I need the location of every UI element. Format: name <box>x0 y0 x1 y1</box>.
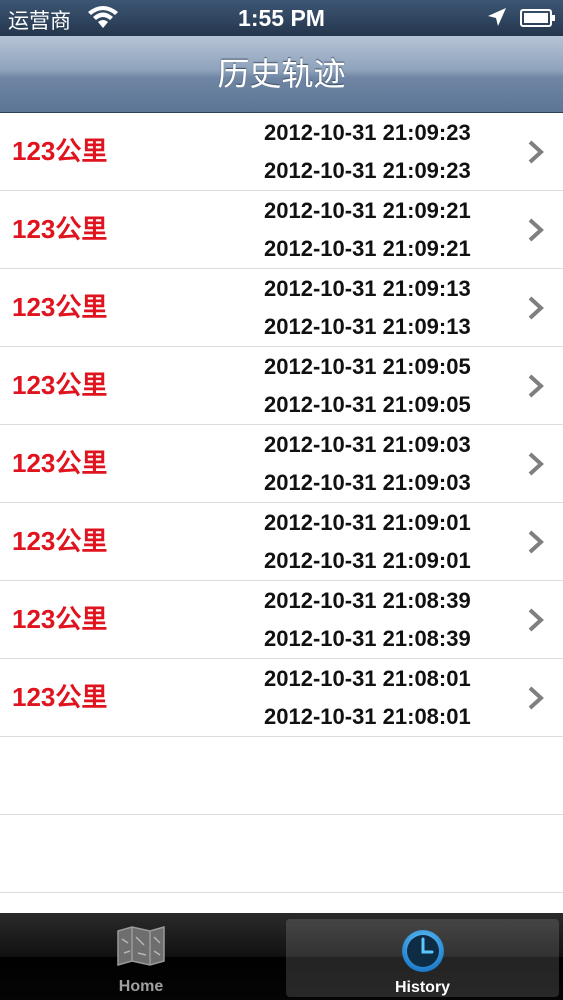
distance-value: 123 <box>12 448 56 478</box>
start-time: 2012-10-31 21:09:13 <box>264 276 471 301</box>
distance-unit: 公里 <box>55 605 108 635</box>
table-row[interactable]: 123公里 2012-10-31 21:09:23 2012-10-31 21:… <box>0 113 563 191</box>
start-time: 2012-10-31 21:09:23 <box>264 120 471 145</box>
table-row[interactable]: 123公里 2012-10-31 21:09:03 2012-10-31 21:… <box>0 425 563 503</box>
chevron-right-icon <box>528 218 544 242</box>
distance-value: 123 <box>12 136 56 166</box>
empty-table-row <box>0 815 563 893</box>
end-time: 2012-10-31 21:09:21 <box>264 236 471 261</box>
chevron-right-icon <box>528 686 544 710</box>
distance-label: 123公里 <box>12 659 107 737</box>
distance-label: 123公里 <box>12 269 107 347</box>
empty-table-row <box>0 737 563 815</box>
distance-value: 123 <box>12 526 56 556</box>
distance-unit: 公里 <box>55 449 108 479</box>
chevron-right-icon <box>528 452 544 476</box>
page-title: 历史轨迹 <box>217 55 346 93</box>
distance-value: 123 <box>12 682 56 712</box>
chevron-right-icon <box>528 608 544 632</box>
table-row[interactable]: 123公里 2012-10-31 21:08:01 2012-10-31 21:… <box>0 659 563 737</box>
tab-home-label: Home <box>118 978 164 995</box>
distance-unit: 公里 <box>55 137 108 167</box>
start-time: 2012-10-31 21:09:21 <box>264 198 471 223</box>
end-time: 2012-10-31 21:09:13 <box>264 314 471 339</box>
end-time: 2012-10-31 21:08:39 <box>264 626 471 651</box>
tab-history-label: History <box>394 979 451 996</box>
table-row[interactable]: 123公里 2012-10-31 21:09:05 2012-10-31 21:… <box>0 347 563 425</box>
end-time: 2012-10-31 21:09:03 <box>264 470 471 495</box>
table-row[interactable]: 123公里 2012-10-31 21:09:21 2012-10-31 21:… <box>0 191 563 269</box>
map-icon <box>117 926 165 966</box>
end-time: 2012-10-31 21:08:01 <box>264 704 471 729</box>
distance-label: 123公里 <box>12 425 107 503</box>
distance-unit: 公里 <box>55 683 108 713</box>
distance-label: 123公里 <box>12 191 107 269</box>
distance-value: 123 <box>12 214 56 244</box>
distance-value: 123 <box>12 292 56 322</box>
start-time: 2012-10-31 21:09:01 <box>264 510 471 535</box>
distance-label: 123公里 <box>12 503 107 581</box>
distance-value: 123 <box>12 370 56 400</box>
end-time: 2012-10-31 21:09:23 <box>264 158 471 183</box>
chevron-right-icon <box>528 140 544 164</box>
status-time: 1:55 PM <box>238 5 325 31</box>
distance-label: 123公里 <box>12 347 107 425</box>
distance-value: 123 <box>12 604 56 634</box>
start-time: 2012-10-31 21:09:05 <box>264 354 471 379</box>
chevron-right-icon <box>528 530 544 554</box>
location-arrow-icon <box>488 8 506 26</box>
start-time: 2012-10-31 21:08:01 <box>264 666 471 691</box>
table-row[interactable]: 123公里 2012-10-31 21:08:39 2012-10-31 21:… <box>0 581 563 659</box>
tab-history[interactable]: History <box>286 919 559 997</box>
tab-bar: Home History <box>0 913 563 1000</box>
table-row[interactable]: 123公里 2012-10-31 21:09:13 2012-10-31 21:… <box>0 269 563 347</box>
battery-icon <box>520 9 555 27</box>
status-bar: 运营商 1:55 PM <box>0 0 563 36</box>
nav-bar: 历史轨迹 <box>0 36 563 113</box>
history-table: 123公里 2012-10-31 21:09:23 2012-10-31 21:… <box>0 113 563 893</box>
chevron-right-icon <box>528 374 544 398</box>
distance-label: 123公里 <box>12 581 107 659</box>
distance-unit: 公里 <box>55 527 108 557</box>
tab-home[interactable]: Home <box>0 913 282 1000</box>
distance-unit: 公里 <box>55 371 108 401</box>
end-time: 2012-10-31 21:09:05 <box>264 392 471 417</box>
clock-icon <box>401 930 444 972</box>
end-time: 2012-10-31 21:09:01 <box>264 548 471 573</box>
start-time: 2012-10-31 21:08:39 <box>264 588 471 613</box>
distance-unit: 公里 <box>55 293 108 323</box>
start-time: 2012-10-31 21:09:03 <box>264 432 471 457</box>
table-row[interactable]: 123公里 2012-10-31 21:09:01 2012-10-31 21:… <box>0 503 563 581</box>
distance-unit: 公里 <box>55 215 108 245</box>
distance-label: 123公里 <box>12 113 107 191</box>
chevron-right-icon <box>528 296 544 320</box>
